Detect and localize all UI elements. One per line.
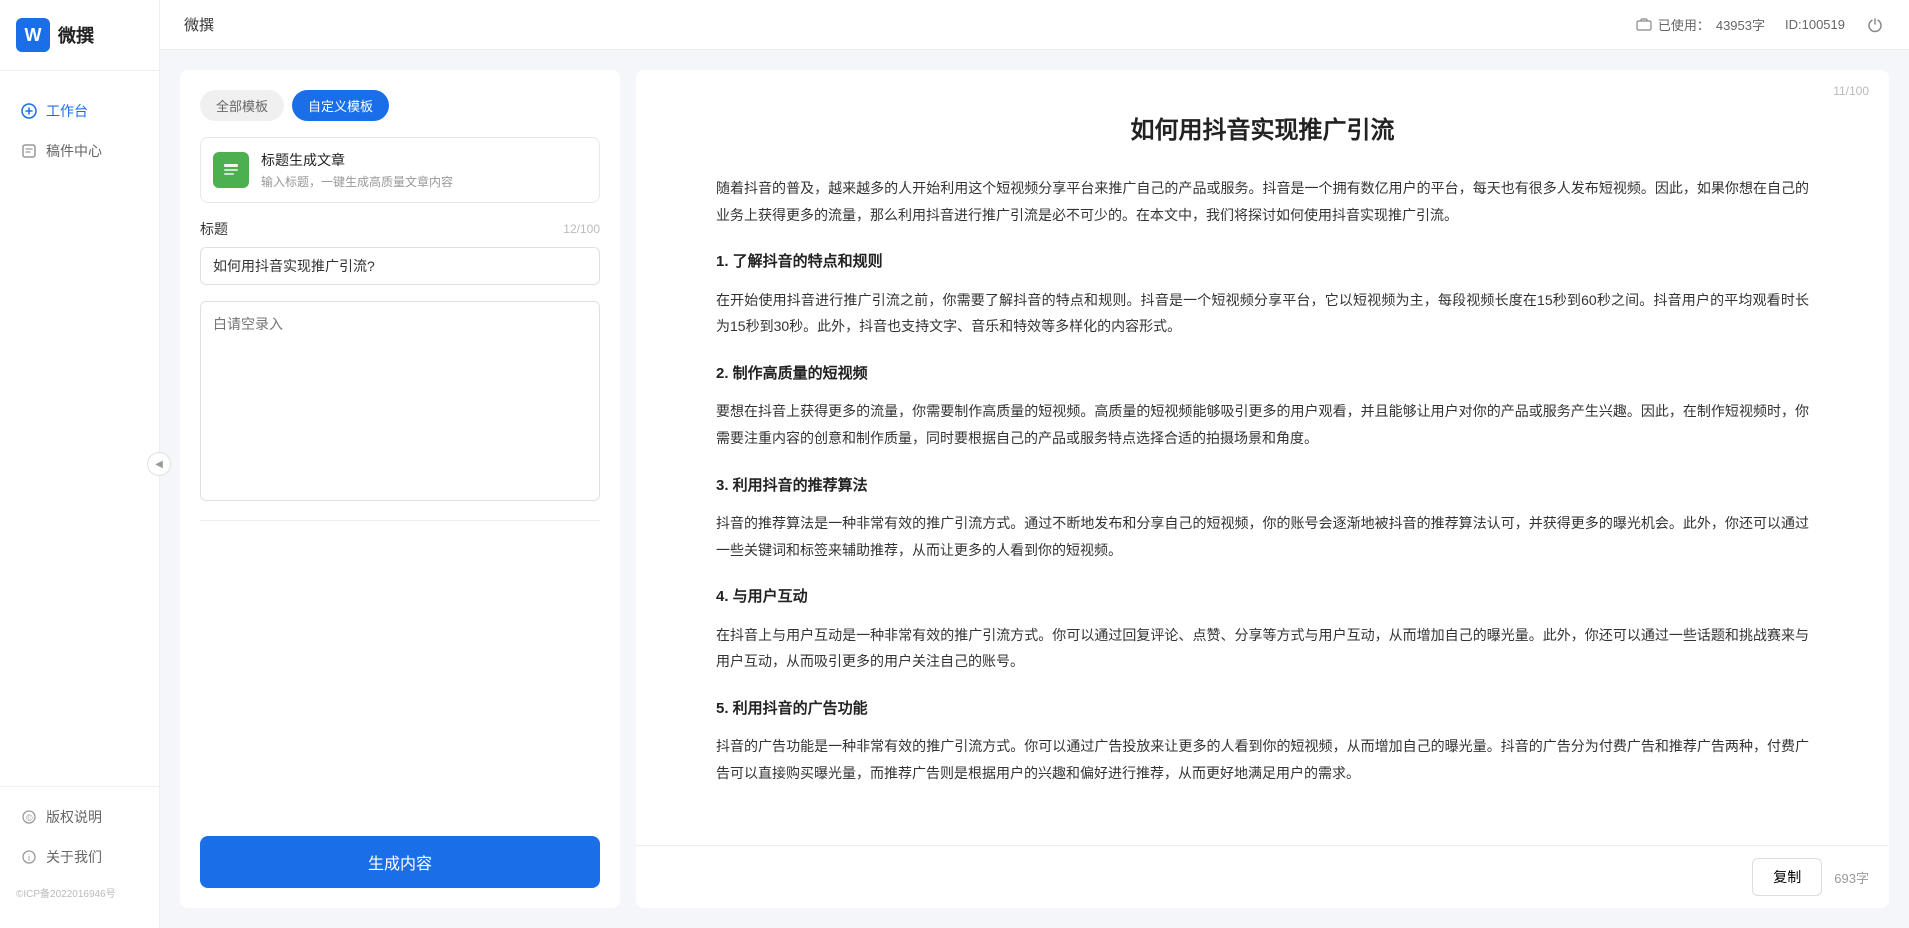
divider xyxy=(200,520,600,521)
sidebar: W 微撰 工作台 稿件中心 xyxy=(0,0,160,928)
content-textarea[interactable] xyxy=(200,301,600,501)
article-heading-4: 4. 与用户互动 xyxy=(716,583,1809,612)
sidebar-item-drafts[interactable]: 稿件中心 xyxy=(0,131,159,171)
tab-custom-templates[interactable]: 自定义模板 xyxy=(292,90,389,121)
left-panel: 全部模板 自定义模板 标题生成文章 输入标题，一键生成高质量文章内容 xyxy=(180,70,620,908)
power-button[interactable] xyxy=(1865,15,1885,35)
template-name: 标题生成文章 xyxy=(261,150,453,170)
svg-text:©: © xyxy=(26,813,33,823)
template-desc: 输入标题，一键生成高质量文章内容 xyxy=(261,173,453,190)
about-icon: i xyxy=(20,848,38,866)
header-id: ID:100519 xyxy=(1785,17,1845,32)
content-area: 全部模板 自定义模板 标题生成文章 输入标题，一键生成高质量文章内容 xyxy=(160,50,1909,928)
usage-label: 已使用： xyxy=(1658,15,1710,34)
logo-text: 微撰 xyxy=(58,22,94,48)
usage-icon xyxy=(1636,17,1652,33)
word-count: 693字 xyxy=(1834,868,1869,887)
logo-icon: W xyxy=(16,18,50,52)
field-label-row: 标题 12/100 xyxy=(200,219,600,239)
template-card-icon xyxy=(213,152,249,188)
tab-all-templates[interactable]: 全部模板 xyxy=(200,90,284,121)
header-title: 微撰 xyxy=(184,14,214,35)
article-heading-1: 1. 了解抖音的特点和规则 xyxy=(716,248,1809,277)
article-heading-3: 3. 利用抖音的推荐算法 xyxy=(716,472,1809,501)
right-panel: 11/100 如何用抖音实现推广引流 随着抖音的普及，越来越多的人开始利用这个短… xyxy=(636,70,1889,908)
page-indicator: 11/100 xyxy=(1833,84,1869,98)
header: 微撰 已使用： 43953字 ID:100519 xyxy=(160,0,1909,50)
about-label: 关于我们 xyxy=(46,847,102,867)
title-field-section: 标题 12/100 xyxy=(200,219,600,285)
sidebar-collapse-button[interactable]: ◀ xyxy=(147,452,171,476)
copy-button[interactable]: 复制 xyxy=(1752,858,1822,896)
template-tabs: 全部模板 自定义模板 xyxy=(200,90,600,121)
sidebar-nav: 工作台 稿件中心 xyxy=(0,71,159,786)
sidebar-logo: W 微撰 xyxy=(0,0,159,71)
sidebar-item-about[interactable]: i 关于我们 xyxy=(0,837,159,877)
right-panel-footer: 复制 693字 xyxy=(636,845,1889,908)
main-area: 微撰 已使用： 43953字 ID:100519 xyxy=(160,0,1909,928)
sidebar-bottom: © 版权说明 i 关于我们 ©ICP备2022016946号 xyxy=(0,786,159,928)
drafts-label: 稿件中心 xyxy=(46,141,102,161)
article-para-1: 在开始使用抖音进行推广引流之前，你需要了解抖音的特点和规则。抖音是一个短视频分享… xyxy=(716,287,1809,340)
template-info: 标题生成文章 输入标题，一键生成高质量文章内容 xyxy=(261,150,453,190)
article-intro: 随着抖音的普及，越来越多的人开始利用这个短视频分享平台来推广自己的产品或服务。抖… xyxy=(716,175,1809,228)
article-body: 随着抖音的普及，越来越多的人开始利用这个短视频分享平台来推广自己的产品或服务。抖… xyxy=(716,175,1809,787)
article-heading-2: 2. 制作高质量的短视频 xyxy=(716,360,1809,389)
generate-button[interactable]: 生成内容 xyxy=(200,836,600,888)
workbench-label: 工作台 xyxy=(46,101,88,121)
icp-text: ©ICP备2022016946号 xyxy=(0,877,159,908)
drafts-icon xyxy=(20,142,38,160)
header-right: 已使用： 43953字 ID:100519 xyxy=(1636,15,1885,35)
title-input[interactable] xyxy=(200,247,600,285)
article-para-5: 抖音的广告功能是一种非常有效的推广引流方式。你可以通过广告投放来让更多的人看到你… xyxy=(716,733,1809,786)
article-para-2: 要想在抖音上获得更多的流量，你需要制作高质量的短视频。高质量的短视频能够吸引更多… xyxy=(716,398,1809,451)
workbench-icon xyxy=(20,102,38,120)
usage-value: 43953字 xyxy=(1716,15,1765,34)
article-content: 如何用抖音实现推广引流 随着抖音的普及，越来越多的人开始利用这个短视频分享平台来… xyxy=(636,70,1889,845)
copyright-label: 版权说明 xyxy=(46,807,102,827)
svg-text:i: i xyxy=(28,853,30,863)
article-heading-5: 5. 利用抖音的广告功能 xyxy=(716,695,1809,724)
copyright-icon: © xyxy=(20,808,38,826)
sidebar-item-copyright[interactable]: © 版权说明 xyxy=(0,797,159,837)
header-usage: 已使用： 43953字 xyxy=(1636,15,1765,34)
article-para-4: 在抖音上与用户互动是一种非常有效的推广引流方式。你可以通过回复评论、点赞、分享等… xyxy=(716,622,1809,675)
textarea-section xyxy=(200,301,600,504)
article-para-3: 抖音的推荐算法是一种非常有效的推广引流方式。通过不断地发布和分享自己的短视频，你… xyxy=(716,510,1809,563)
sidebar-item-workbench[interactable]: 工作台 xyxy=(0,91,159,131)
field-counter: 12/100 xyxy=(563,222,600,236)
template-card[interactable]: 标题生成文章 输入标题，一键生成高质量文章内容 xyxy=(200,137,600,203)
article-title: 如何用抖音实现推广引流 xyxy=(716,110,1809,145)
field-label-text: 标题 xyxy=(200,219,228,239)
